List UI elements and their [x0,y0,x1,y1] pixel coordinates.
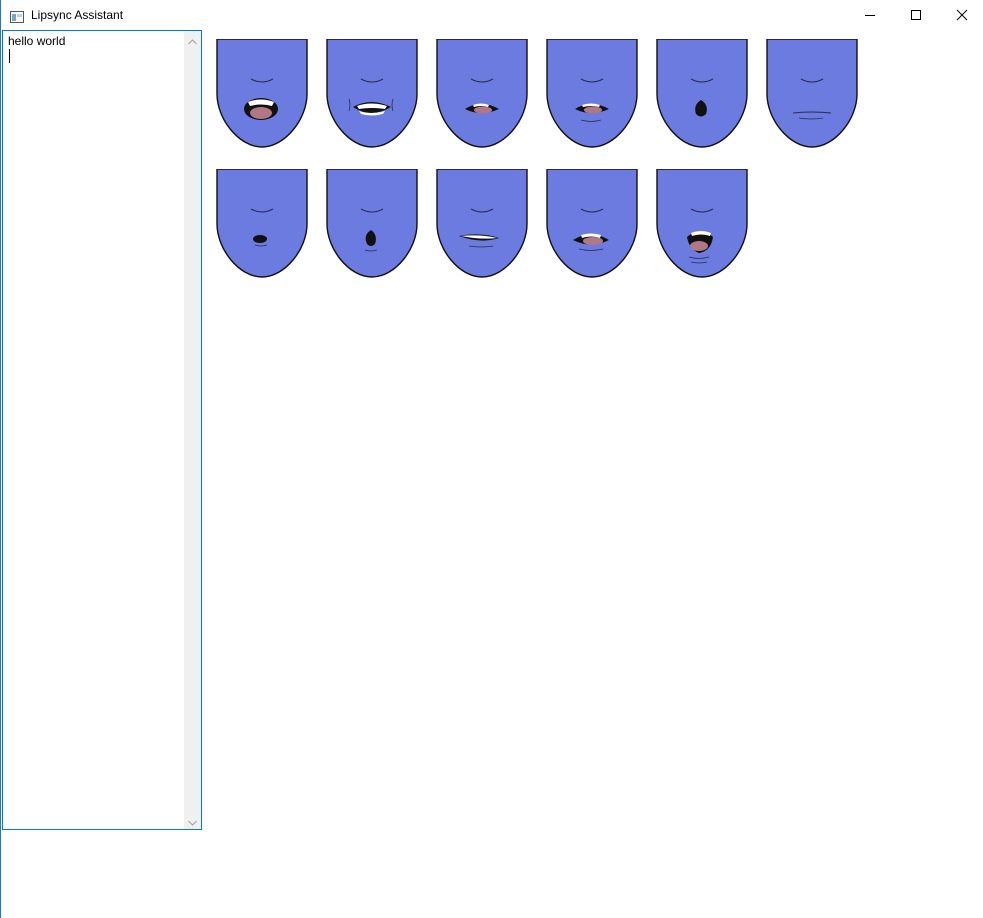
mouth-shape-open-small-tongue-b[interactable] [545,39,639,149]
close-icon [956,9,968,21]
mouth-shape-round-oo[interactable] [325,169,419,279]
mouth-shape-small-dot[interactable] [215,169,309,279]
mouth-shape-teeth-closed[interactable] [435,169,529,279]
mouth-shape-round-o[interactable] [655,39,749,149]
minimize-button[interactable] [847,0,893,30]
text-caret [9,49,10,63]
maximize-button[interactable] [893,0,939,30]
close-button[interactable] [939,0,983,30]
window-title: Lipsync Assistant [31,8,124,22]
app-window: Lipsync Assistant hello world [0,0,983,918]
mouth-shape-open-mid-tongue[interactable] [545,169,639,279]
vertical-scrollbar[interactable] [184,31,201,829]
scroll-up-button[interactable] [184,31,201,48]
title-bar[interactable]: Lipsync Assistant [1,0,983,30]
text-input-content[interactable]: hello world [8,34,65,48]
chevron-down-icon [188,811,197,830]
lyrics-text-input[interactable]: hello world [2,30,202,830]
chevron-up-icon [188,30,197,49]
mouth-shape-open-round-tongue[interactable] [655,169,749,279]
minimize-icon [864,9,876,21]
maximize-icon [910,9,922,21]
mouth-shape-open-small-tongue[interactable] [435,39,529,149]
mouth-shape-open-wide-tongue[interactable] [215,39,309,149]
window-app-icon [10,8,24,23]
mouth-shape-teeth-smile[interactable] [325,39,419,149]
scroll-down-button[interactable] [184,812,201,829]
mouth-shape-closed[interactable] [765,39,859,149]
